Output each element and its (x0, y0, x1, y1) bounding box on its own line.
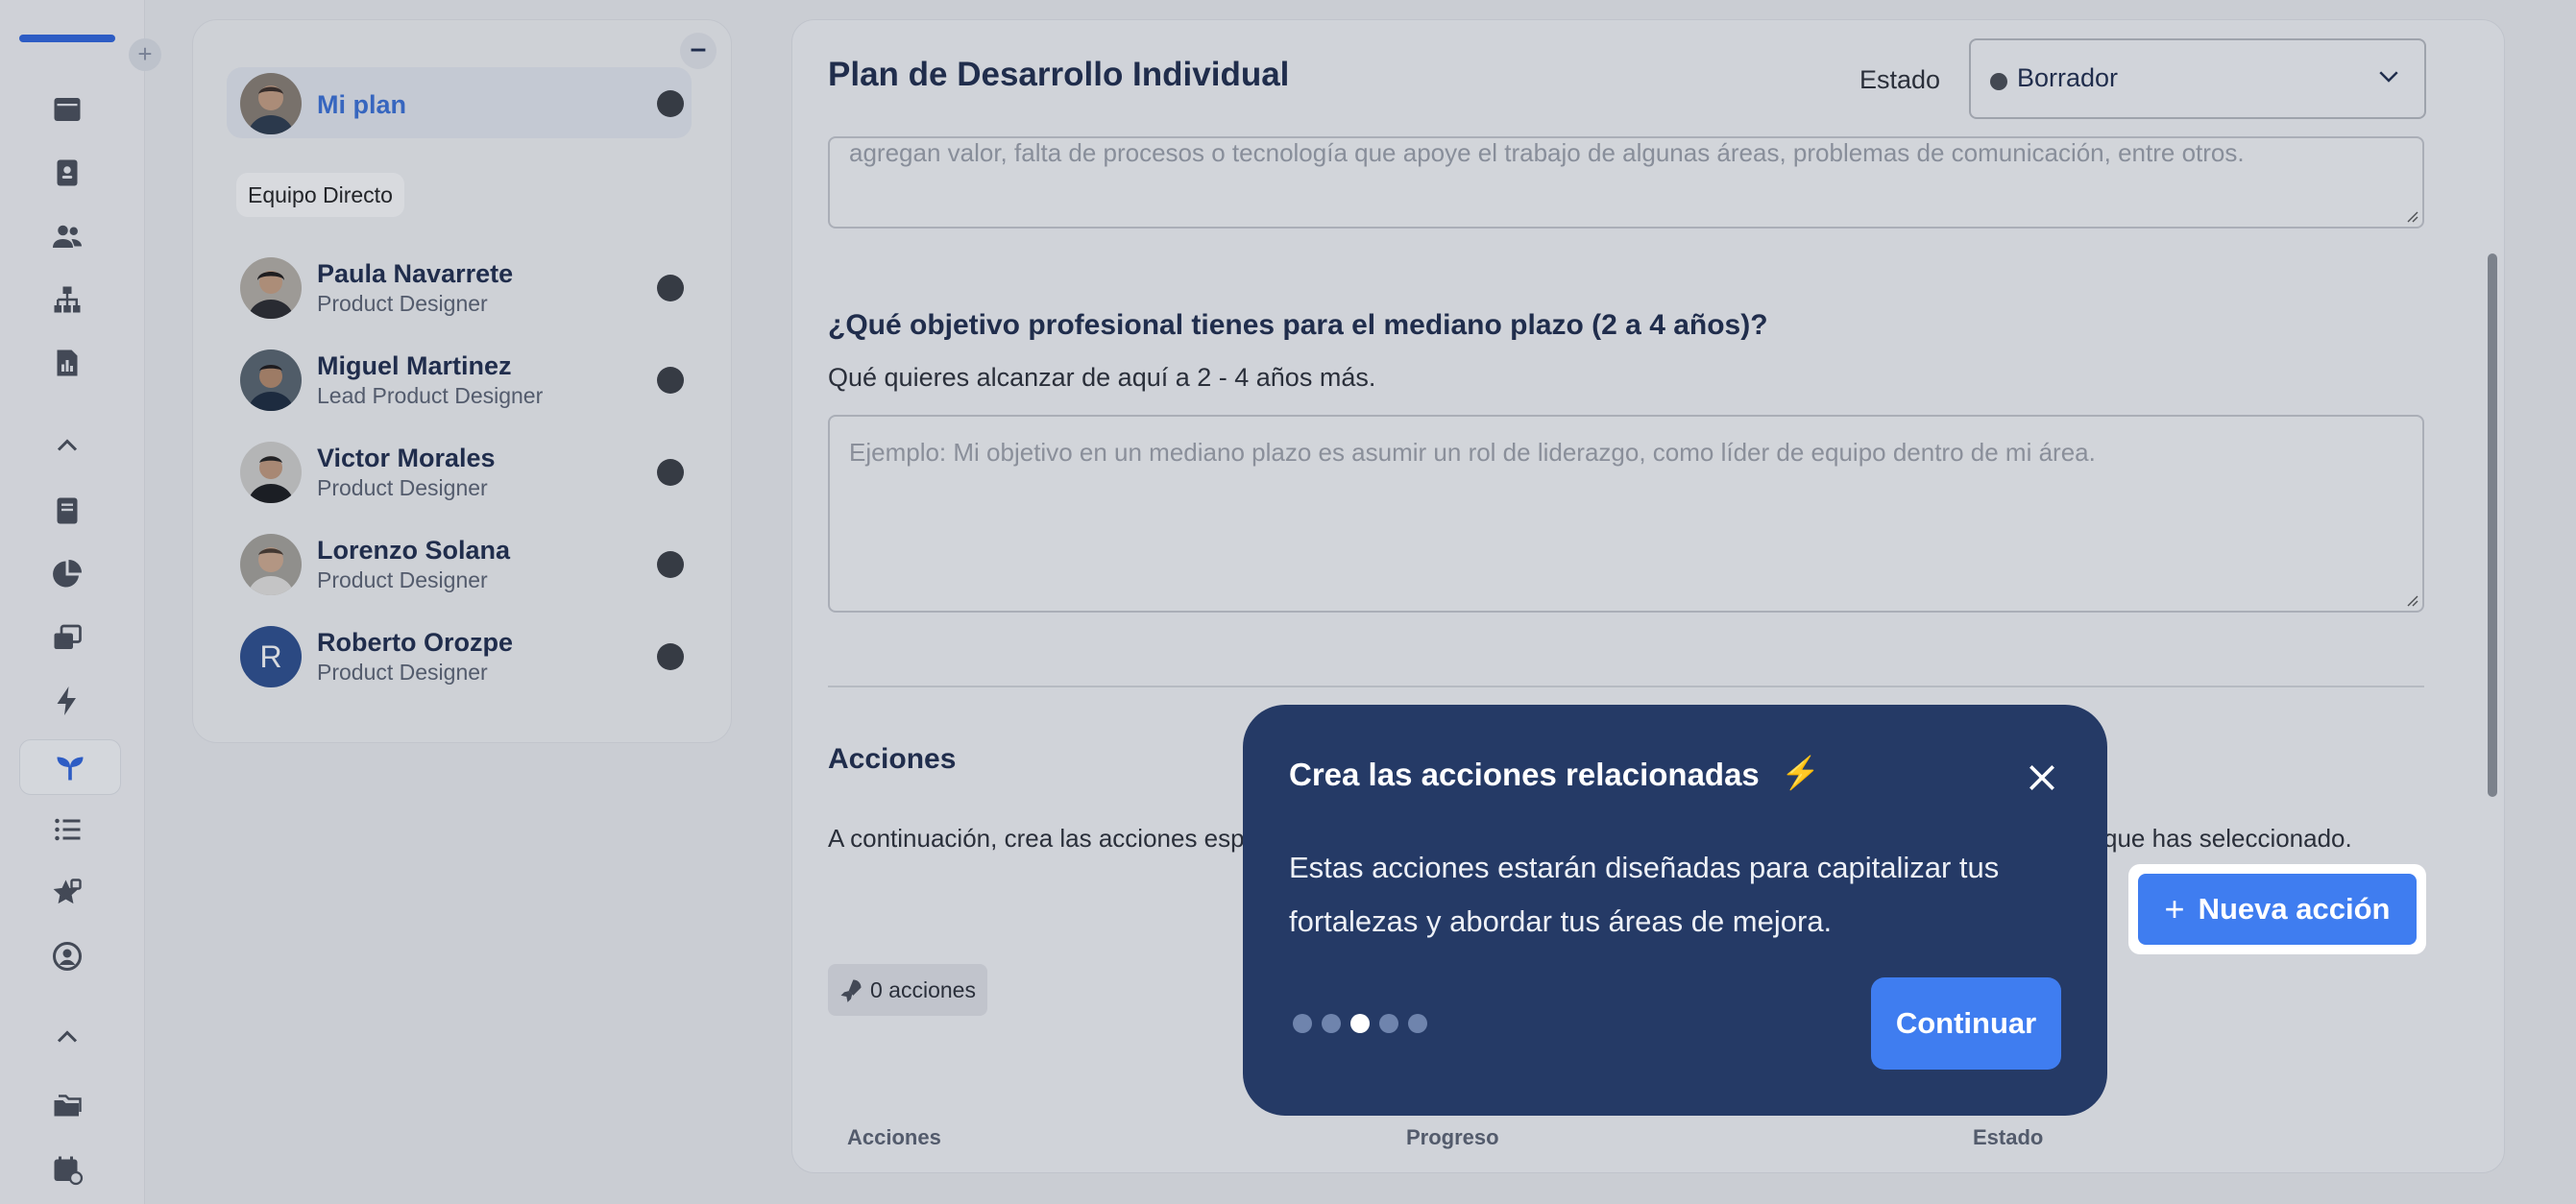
step-dot-active (1350, 1014, 1370, 1033)
bolt-emoji-icon: ⚡ (1781, 755, 1821, 790)
tooltip-title: Crea las acciones relacionadas (1289, 757, 1760, 792)
new-action-label: Nueva acción (2198, 892, 2391, 926)
step-dot (1408, 1014, 1427, 1033)
plus-icon: + (2164, 889, 2185, 928)
step-dot (1379, 1014, 1398, 1033)
continue-button[interactable]: Continuar (1871, 977, 2061, 1070)
tooltip-body: Estas acciones estarán diseñadas para ca… (1289, 851, 2000, 938)
step-dot (1293, 1014, 1312, 1033)
close-icon[interactable] (2023, 759, 2061, 797)
new-action-button[interactable]: + Nueva acción (2138, 874, 2417, 945)
step-indicator (1293, 1014, 1427, 1033)
step-dot (1322, 1014, 1341, 1033)
